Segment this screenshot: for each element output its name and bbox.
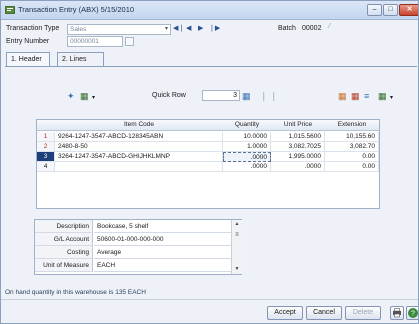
extension-cell[interactable]: 0.00 [325, 162, 379, 172]
help-button[interactable]: ? [406, 306, 418, 320]
tab-header[interactable]: 1. Header [6, 52, 50, 67]
item-code-cell[interactable]: 3264-1247-3547-ABCD-GHIJHKLMNP [55, 152, 223, 162]
first-record-icon[interactable]: ◀❘ [173, 24, 184, 32]
unit-price-cell[interactable]: 1,015.5600 [271, 132, 325, 142]
unit-of-measure-label: Unit of Measure [35, 259, 93, 272]
scroll-up-icon[interactable]: ▲ [232, 221, 242, 227]
quantity-cell-editing[interactable]: .0000 [223, 152, 271, 162]
app-icon [5, 6, 15, 14]
extension-cell[interactable]: 0.00 [325, 152, 379, 162]
entry-number-field[interactable]: 00000001 [67, 36, 123, 47]
minimize-button[interactable]: – [367, 4, 382, 16]
next-record-icon[interactable]: ▶ [198, 24, 203, 32]
printer-icon [393, 308, 401, 318]
extension-cell[interactable]: 10,155.60 [325, 132, 379, 142]
item-code-cell[interactable]: 2480-8-50 [55, 142, 223, 152]
transaction-type-value: Sales [70, 26, 87, 33]
close-icon: ✕ [406, 6, 413, 13]
extension-cell[interactable]: 3,082.70 [325, 142, 379, 152]
unit-of-measure-value[interactable]: EACH [94, 259, 231, 272]
gl-account-value[interactable]: 50600-01-000-000-000 [94, 233, 231, 246]
transaction-type-label: Transaction Type [6, 25, 60, 32]
copy-lines-icon[interactable]: ▦ [338, 91, 347, 101]
tab-divider [5, 66, 417, 67]
svg-text:?: ? [411, 311, 415, 318]
cancel-button[interactable]: Cancel [306, 306, 342, 320]
description-value[interactable]: Bookcase, 5 shelf [94, 220, 231, 233]
unit-price-cell[interactable]: 3,082.7025 [271, 142, 325, 152]
scroll-down-icon[interactable]: ▼ [232, 266, 242, 272]
item-code-cell[interactable]: 9264-1247-3547-ABCD-128345ABN [55, 132, 223, 142]
scroll-thumb-icon[interactable]: ≡ [232, 232, 242, 238]
costing-value[interactable]: Average [94, 246, 231, 259]
costing-label: Costing [35, 246, 93, 259]
maximize-icon: □ [388, 6, 393, 13]
maximize-button[interactable]: □ [383, 4, 398, 16]
line-properties-panel: Description Bookcase, 5 shelf G/L Accoun… [34, 219, 242, 275]
grid-header-item-code[interactable]: Item Code [55, 120, 223, 131]
row-number[interactable]: 4 [37, 162, 55, 172]
properties-scrollbar[interactable]: ▲ ≡ ▼ [231, 220, 242, 274]
footer-divider [1, 299, 418, 300]
grid-header-extension[interactable]: Extension [325, 120, 379, 131]
quantity-cell[interactable]: 10.0000 [223, 132, 271, 142]
entry-number-label: Entry Number [6, 38, 50, 45]
batch-value: 00002 [302, 25, 322, 32]
row-grid-icon[interactable]: ▦ [242, 91, 251, 101]
print-button[interactable] [390, 306, 404, 320]
delete-button[interactable]: Delete [345, 306, 381, 320]
transaction-type-select[interactable]: Sales ▾ [67, 24, 171, 35]
wand-icon[interactable]: ✦ [67, 91, 75, 101]
chevron-down-icon[interactable]: ▾ [390, 93, 393, 103]
chevron-down-icon: ▾ [164, 26, 168, 32]
transaction-entry-window: Transaction Entry (ABX) 5/15/2010 – □ ✕ … [0, 0, 419, 324]
status-message: On hand quantity in this warehouse is 13… [5, 289, 146, 296]
unit-price-cell[interactable]: 1,995.0000 [271, 152, 325, 162]
lines-grid: Item Code Quantity Unit Price Extension … [36, 119, 380, 209]
delete-lines-icon[interactable]: ▦ [351, 91, 360, 101]
tab-header-label: 1. Header [11, 56, 42, 63]
tab-lines[interactable]: 2. Lines [57, 52, 104, 67]
description-label: Description [35, 220, 93, 233]
title-bar[interactable]: Transaction Entry (ABX) 5/15/2010 – □ ✕ [1, 1, 418, 20]
insert-disabled-icon: ❘ [260, 91, 268, 101]
row-number-selected[interactable]: 3 [37, 152, 55, 162]
gl-account-label: G/L Account [35, 233, 93, 246]
quick-row-input[interactable]: 3 [202, 90, 240, 101]
sort-lines-icon[interactable]: ≡ [364, 91, 369, 101]
grid-header-rownum [37, 120, 55, 131]
batch-edit-icon[interactable]: ⁄ [329, 23, 330, 30]
chevron-down-icon[interactable]: ▾ [92, 93, 95, 103]
lookup-icon[interactable] [125, 37, 134, 46]
item-code-cell[interactable] [55, 162, 223, 172]
row-number[interactable]: 2 [37, 142, 55, 152]
accept-button[interactable]: Accept [267, 306, 303, 320]
close-button[interactable]: ✕ [399, 4, 418, 16]
help-icon: ? [408, 308, 418, 318]
tab-lines-label: 2. Lines [62, 56, 87, 63]
grid-header-quantity[interactable]: Quantity [223, 120, 271, 131]
quick-row-label: Quick Row [152, 92, 186, 99]
row-number[interactable]: 1 [37, 132, 55, 142]
window-title: Transaction Entry (ABX) 5/15/2010 [18, 5, 135, 14]
delete-disabled-icon: ❘ [270, 91, 278, 101]
export-lines-icon[interactable]: ▦ [378, 91, 387, 101]
grid-header-unit-price[interactable]: Unit Price [271, 120, 325, 131]
unit-price-cell[interactable]: .0000 [271, 162, 325, 172]
grid-config-icon[interactable]: ▦ [80, 91, 89, 101]
quantity-cell[interactable]: 1.0000 [223, 142, 271, 152]
previous-record-icon[interactable]: ◀ [186, 24, 191, 32]
minimize-icon: – [372, 6, 377, 13]
batch-label: Batch [278, 25, 296, 32]
entry-number-value: 00000001 [70, 38, 99, 45]
last-record-icon[interactable]: ❘▶ [209, 24, 220, 32]
quantity-cell[interactable]: .0000 [223, 162, 271, 172]
